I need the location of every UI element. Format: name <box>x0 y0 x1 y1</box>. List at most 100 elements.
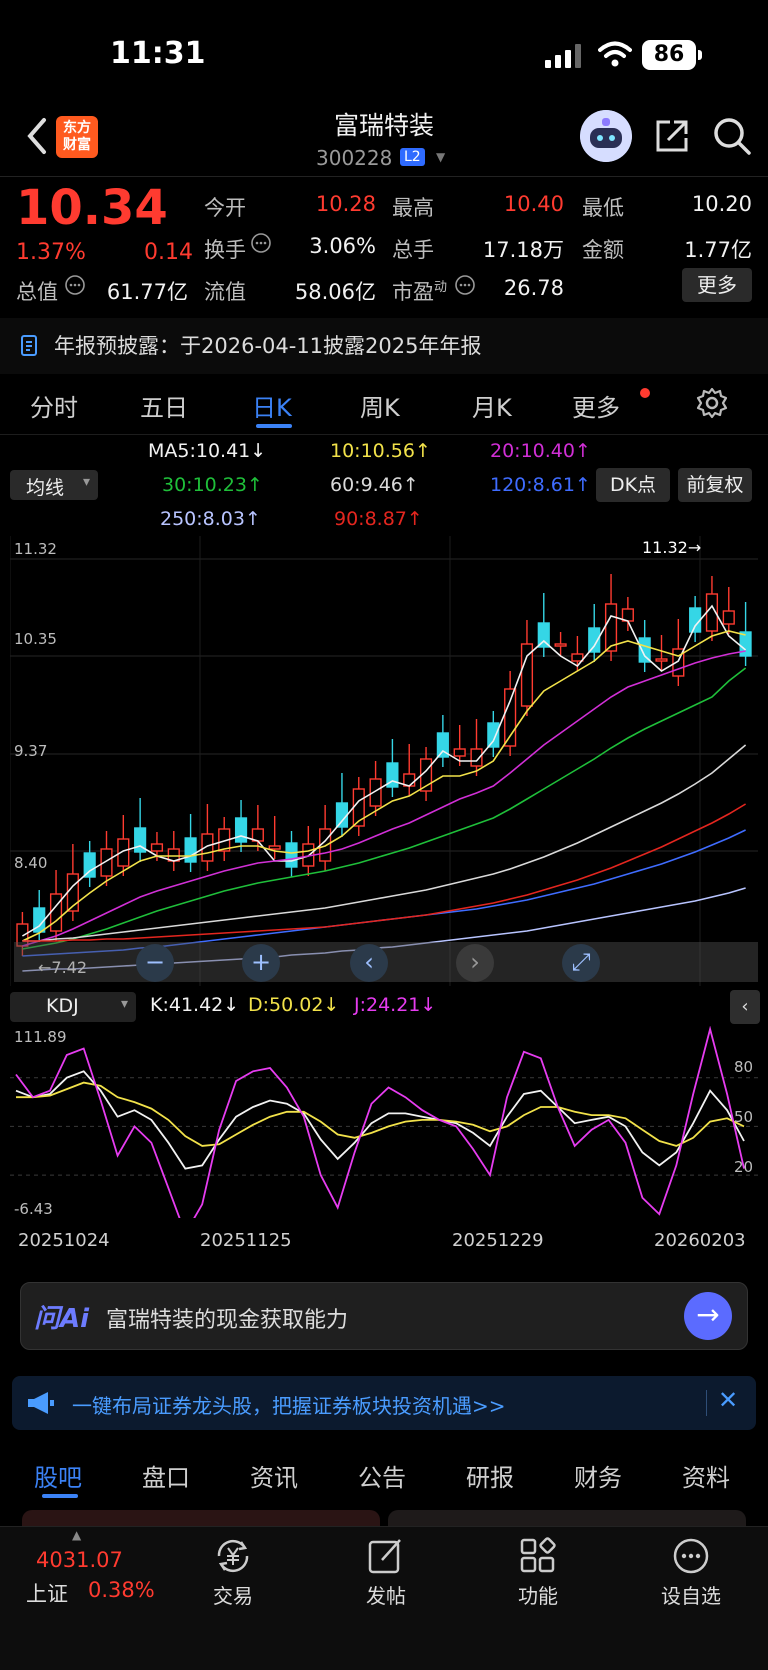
functions-label[interactable]: 功能 <box>498 1580 578 1609</box>
kdj-level-20: 20 <box>734 1158 754 1176</box>
indicator-selector[interactable]: KDJ <box>10 992 136 1022</box>
ai-suggestion[interactable]: 富瑞特装的现金获取能力 <box>106 1302 348 1334</box>
megaphone-icon <box>28 1392 54 1414</box>
candle-body <box>268 845 281 850</box>
tab-news[interactable]: 资讯 <box>250 1458 298 1493</box>
chevron-left-icon[interactable]: ‹ <box>730 990 760 1024</box>
fullscreen-button[interactable]: ⤢ <box>562 944 600 982</box>
turnover-value: 3.06% <box>309 234 376 258</box>
tab-pankou[interactable]: 盘口 <box>142 1458 190 1493</box>
trade-label[interactable]: 交易 <box>193 1580 273 1609</box>
candle-body <box>655 658 668 662</box>
divider <box>0 176 768 177</box>
gear-icon[interactable] <box>695 386 729 420</box>
scroll-left-button[interactable]: ‹ <box>350 944 388 982</box>
banner-text[interactable]: 一键布局证券龙头股，把握证券板块投资机遇>> <box>72 1390 506 1419</box>
current-price: 10.34 <box>16 180 168 236</box>
price-change-pct: 1.37% <box>16 240 86 265</box>
info-icon[interactable] <box>454 274 476 296</box>
notice-text[interactable]: 年报预披露：于2026-04-11披露2025年年报 <box>54 330 481 360</box>
compose-post-icon[interactable] <box>366 1536 406 1576</box>
post-label[interactable]: 发帖 <box>346 1580 426 1609</box>
index-pct[interactable]: 0.38% <box>88 1578 155 1602</box>
active-tab-indicator <box>42 1494 78 1498</box>
ma250-label: 250:8.03↑ <box>160 508 261 530</box>
index-name[interactable]: 上证 <box>26 1578 68 1608</box>
kdj-y-min: -6.43 <box>14 1200 53 1218</box>
amount-value: 1.77亿 <box>684 238 752 262</box>
candle-body <box>604 603 618 652</box>
market-cap-label: 总值 <box>16 280 58 304</box>
open-label: 今开 <box>204 196 246 220</box>
caret-up-icon[interactable]: ▲ <box>72 1528 81 1542</box>
float-cap-value: 58.06亿 <box>294 280 376 304</box>
date-label: 20251229 <box>452 1230 544 1251</box>
zoom-out-button[interactable]: − <box>136 944 174 982</box>
low-value: 10.20 <box>691 192 752 216</box>
candle-body <box>554 643 567 647</box>
tab-weekly-k[interactable]: 周K <box>360 388 400 423</box>
send-arrow-button[interactable]: → <box>684 1292 732 1340</box>
kdj-y-max: 111.89 <box>14 1028 67 1046</box>
share-icon[interactable] <box>652 116 692 156</box>
candlestick-chart[interactable] <box>10 536 758 986</box>
tab-daily-k[interactable]: 日K <box>252 388 292 423</box>
tab-announcements[interactable]: 公告 <box>358 1458 406 1493</box>
kdj-level-80: 80 <box>734 1058 754 1076</box>
ma90-label: 90:8.87↑ <box>334 508 423 530</box>
add-favorite-label[interactable]: 设自选 <box>651 1580 731 1609</box>
trade-yen-icon[interactable] <box>213 1536 253 1576</box>
ma30-label: 30:10.23↑ <box>162 474 263 496</box>
turnover-label: 换手 <box>204 238 246 262</box>
y-label: 10.35 <box>14 630 57 648</box>
search-icon[interactable] <box>712 116 752 156</box>
more-quote-button[interactable]: 更多 <box>682 268 752 302</box>
dk-point-button[interactable]: DK点 <box>596 468 670 502</box>
tab-guba[interactable]: 股吧 <box>34 1458 82 1493</box>
scroll-right-button[interactable]: › <box>456 944 494 982</box>
ai-logo: 问Ai <box>34 1304 90 1334</box>
l2-badge[interactable]: L2 <box>400 148 425 166</box>
info-icon[interactable] <box>64 274 86 296</box>
kdj-chart[interactable] <box>10 1026 758 1218</box>
open-value: 10.28 <box>315 192 376 216</box>
tab-intraday[interactable]: 分时 <box>30 388 78 423</box>
low-label: 最低 <box>582 196 624 220</box>
candle-body <box>571 653 584 662</box>
ma-selector[interactable]: 均线 <box>10 470 98 500</box>
divider <box>0 434 768 435</box>
y-label: 11.32 <box>14 540 57 558</box>
candle-body <box>150 843 164 852</box>
max-price-marker: 11.32→ <box>642 538 702 557</box>
more-dots-icon[interactable] <box>671 1536 711 1576</box>
tab-finance[interactable]: 财务 <box>574 1458 622 1493</box>
candle-body <box>504 688 517 747</box>
float-cap-label: 流值 <box>204 280 246 304</box>
close-icon[interactable]: ✕ <box>718 1386 738 1414</box>
info-icon[interactable] <box>250 232 272 254</box>
ma20-label: 20:10.40↑ <box>490 440 591 462</box>
tab-five-day[interactable]: 五日 <box>140 388 188 423</box>
high-label: 最高 <box>392 196 434 220</box>
tab-more[interactable]: 更多 <box>572 388 620 423</box>
date-label: 20251125 <box>200 1230 292 1251</box>
pe-value: 26.78 <box>503 276 564 300</box>
forward-adjust-button[interactable]: 前复权 <box>678 468 752 502</box>
high-value: 10.40 <box>503 192 564 216</box>
notification-dot <box>640 388 650 398</box>
tab-research[interactable]: 研报 <box>466 1458 514 1493</box>
zoom-in-button[interactable]: + <box>242 944 280 982</box>
stock-code: 300228 <box>316 146 393 170</box>
ma5-label: MA5:10.41↓ <box>148 440 267 462</box>
caret-down-icon[interactable]: ▼ <box>436 150 445 164</box>
index-value[interactable]: 4031.07 <box>36 1548 123 1572</box>
tab-monthly-k[interactable]: 月K <box>472 388 512 423</box>
tab-profile[interactable]: 资料 <box>682 1458 730 1493</box>
functions-grid-icon[interactable] <box>518 1536 558 1576</box>
document-icon <box>21 335 37 356</box>
candle-body <box>49 893 63 932</box>
ma60-label: 60:9.46↑ <box>330 474 419 496</box>
ai-robot-avatar[interactable] <box>580 110 632 162</box>
y-label: 8.40 <box>14 854 48 872</box>
y-label: 9.37 <box>14 742 48 760</box>
